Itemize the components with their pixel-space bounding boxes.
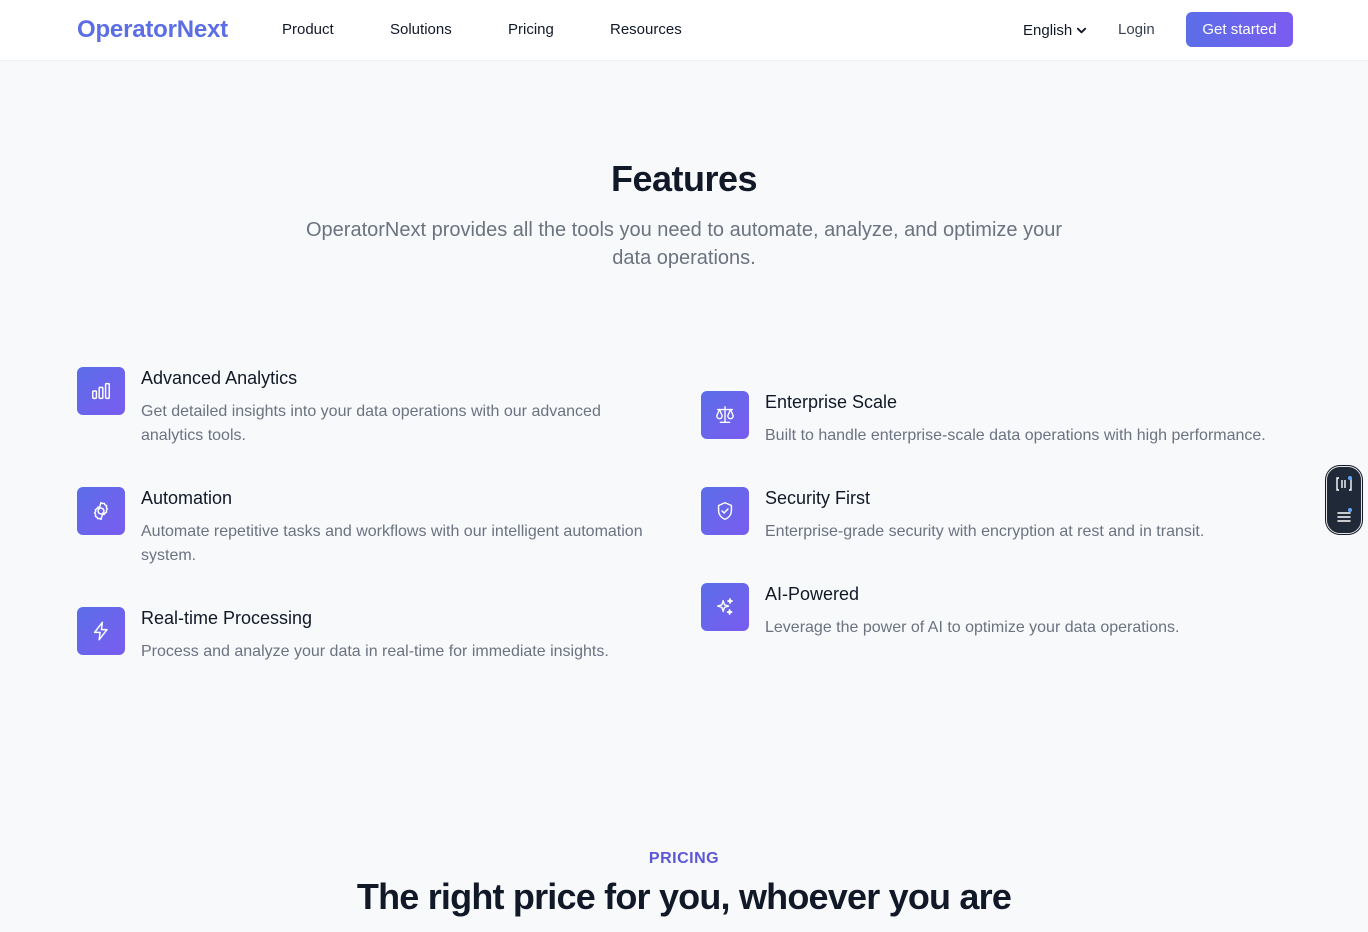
feature-title: Security First <box>765 488 871 508</box>
feature-description: Get detailed insights into your data ope… <box>141 403 601 444</box>
language-label: English <box>1023 22 1073 39</box>
login-link[interactable]: Login <box>1118 21 1155 38</box>
feature-description: Process and analyze your data in real-ti… <box>141 643 609 660</box>
feature-title: Advanced Analytics <box>141 368 298 388</box>
menu-list-icon[interactable] <box>1335 507 1353 525</box>
feature-description: Built to handle enterprise-scale data op… <box>765 427 1266 444</box>
feature-description: Leverage the power of AI to optimize you… <box>765 619 1180 636</box>
sidebar-panel-icon[interactable] <box>1335 475 1353 493</box>
shield-check-icon <box>701 487 749 535</box>
nav-pricing[interactable]: Pricing <box>508 21 554 38</box>
scale-icon <box>701 391 749 439</box>
feature-title: Automation <box>141 488 233 508</box>
language-selector[interactable]: English <box>1023 22 1087 39</box>
get-started-button[interactable]: Get started <box>1186 12 1293 47</box>
features-subtitle: OperatorNext provides all the tools you … <box>306 219 1062 269</box>
nav-product[interactable]: Product <box>282 21 334 38</box>
nav-resources[interactable]: Resources <box>610 21 682 38</box>
feature-description: Automate repetitive tasks and workflows … <box>141 523 643 564</box>
sparkles-icon <box>701 583 749 631</box>
nav-solutions[interactable]: Solutions <box>390 21 452 38</box>
bar-chart-icon <box>77 367 125 415</box>
pricing-heading: The right price for you, whoever you are <box>356 876 1012 917</box>
chevron-down-icon <box>1077 27 1087 34</box>
feature-title: Enterprise Scale <box>765 392 898 412</box>
lightning-icon <box>77 607 125 655</box>
feature-title: Real-time Processing <box>141 608 313 628</box>
feature-description: Enterprise-grade security with encryptio… <box>765 523 1205 540</box>
gear-icon <box>77 487 125 535</box>
feature-title: AI-Powered <box>765 584 860 604</box>
features-heading: Features <box>610 158 758 199</box>
floating-toolbar <box>1326 466 1362 534</box>
brand-logo[interactable]: OperatorNext <box>77 16 228 44</box>
top-nav-bar: OperatorNext Product Solutions Pricing R… <box>0 0 1368 61</box>
pricing-eyebrow: PRICING <box>648 850 720 867</box>
